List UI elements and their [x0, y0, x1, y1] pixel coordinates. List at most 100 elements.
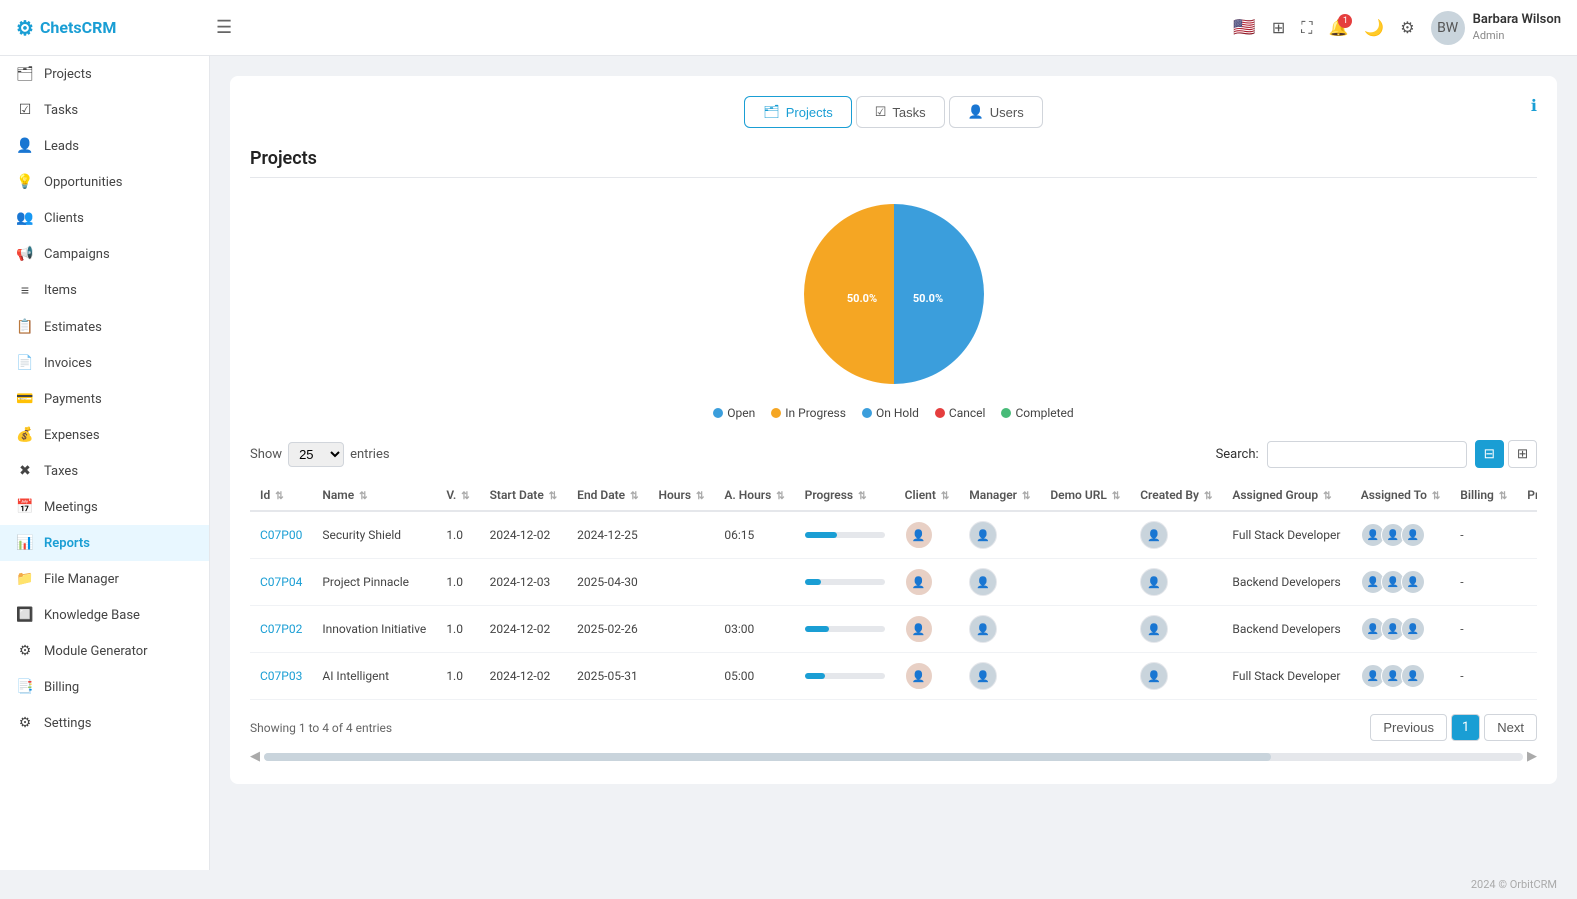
user-role: Admin: [1473, 29, 1561, 43]
grid-view-button[interactable]: ⊟: [1475, 440, 1504, 468]
project-link[interactable]: C07P02: [260, 622, 302, 636]
client-avatar: 👤: [905, 568, 933, 596]
col-assigned-to[interactable]: Assigned To ⇅: [1351, 480, 1451, 511]
sidebar-item-projects[interactable]: 🗂 Projects: [0, 56, 209, 92]
cell-id: C07P00: [250, 511, 312, 559]
cell-created-by: 👤: [1130, 606, 1222, 653]
tab-users[interactable]: 👤 Users: [949, 96, 1043, 128]
sidebar-item-campaigns[interactable]: 📢 Campaigns: [0, 236, 209, 272]
meetings-icon: 📅: [16, 499, 34, 515]
page-number-1[interactable]: 1: [1451, 714, 1480, 741]
col-price[interactable]: Price ⇅: [1517, 480, 1537, 511]
cell-billing: -: [1450, 559, 1517, 606]
cell-client: 👤: [895, 653, 960, 700]
col-actual-hours[interactable]: A. Hours ⇅: [714, 480, 794, 511]
sidebar-item-leads[interactable]: 👤 Leads: [0, 128, 209, 164]
project-link[interactable]: C07P00: [260, 528, 302, 542]
previous-button[interactable]: Previous: [1370, 714, 1447, 741]
tab-tasks[interactable]: ☑ Tasks: [856, 96, 945, 128]
cell-end-date: 2025-05-31: [567, 653, 648, 700]
tab-projects[interactable]: 🗂 Projects: [744, 96, 851, 128]
sidebar-item-label: Meetings: [44, 500, 98, 515]
entries-select[interactable]: 25 10 50 100: [288, 442, 344, 467]
legend-label-completed: Completed: [1015, 406, 1073, 420]
col-start-date[interactable]: Start Date ⇅: [480, 480, 568, 511]
sidebar-item-opportunities[interactable]: 💡 Opportunities: [0, 164, 209, 200]
created-avatar: 👤: [1140, 662, 1168, 690]
sidebar-item-file-manager[interactable]: 📁 File Manager: [0, 561, 209, 597]
scroll-right-arrow[interactable]: ▶: [1527, 749, 1537, 764]
cell-start-date: 2024-12-02: [480, 653, 568, 700]
sidebar-item-clients[interactable]: 👥 Clients: [0, 200, 209, 236]
col-version[interactable]: V. ⇅: [436, 480, 479, 511]
hamburger-button[interactable]: ☰: [216, 17, 232, 38]
project-link[interactable]: C07P03: [260, 669, 302, 683]
sort-icon-assigned: ⇅: [1432, 491, 1440, 502]
table-header: Id ⇅ Name ⇅ V. ⇅ Start Date ⇅ End Date ⇅…: [250, 480, 1537, 511]
scroll-track[interactable]: [264, 753, 1523, 761]
search-area: Search: ⊟ ⊞: [1216, 440, 1537, 468]
view-buttons: ⊟ ⊞: [1475, 440, 1537, 468]
sidebar-item-payments[interactable]: 💳 Payments: [0, 381, 209, 417]
cell-progress: [795, 606, 895, 653]
sidebar-item-billing[interactable]: 📑 Billing: [0, 669, 209, 705]
sort-icon-hours: ⇅: [696, 491, 704, 502]
col-hours[interactable]: Hours ⇅: [649, 480, 715, 511]
col-id[interactable]: Id ⇅: [250, 480, 312, 511]
cell-name: Innovation Initiative: [312, 606, 436, 653]
sidebar-item-items[interactable]: ≡ Items: [0, 272, 209, 309]
cell-demo-url: [1040, 606, 1130, 653]
sidebar-item-tasks[interactable]: ☑ Tasks: [0, 92, 209, 128]
col-end-date[interactable]: End Date ⇅: [567, 480, 648, 511]
notifications-icon[interactable]: 🔔 1: [1328, 18, 1348, 37]
search-input[interactable]: [1267, 441, 1467, 468]
items-icon: ≡: [16, 282, 34, 299]
progress-bar-fill: [805, 532, 837, 538]
fullscreen-icon[interactable]: ⛶: [1301, 18, 1312, 38]
col-progress[interactable]: Progress ⇅: [795, 480, 895, 511]
avatar-group: 👤 👤 👤: [1361, 523, 1441, 547]
settings-sidebar-icon: ⚙: [16, 715, 34, 731]
flag-icon[interactable]: 🇺🇸: [1233, 17, 1255, 38]
project-link[interactable]: C07P04: [260, 575, 302, 589]
col-client[interactable]: Client ⇅: [895, 480, 960, 511]
settings-icon[interactable]: ⚙: [1400, 18, 1414, 37]
sidebar-item-reports[interactable]: 📊 Reports: [0, 525, 209, 561]
sidebar: 🗂 Projects ☑ Tasks 👤 Leads 💡 Opportuniti…: [0, 56, 210, 870]
sidebar-item-invoices[interactable]: 📄 Invoices: [0, 345, 209, 381]
list-view-button[interactable]: ⊞: [1508, 440, 1537, 468]
sidebar-item-label: Module Generator: [44, 644, 148, 659]
file-manager-icon: 📁: [16, 571, 34, 587]
grid-icon[interactable]: ⊞: [1272, 18, 1285, 37]
cell-assigned-group: Full Stack Developer: [1222, 511, 1350, 559]
progress-bar-bg: [805, 532, 885, 538]
sidebar-item-meetings[interactable]: 📅 Meetings: [0, 489, 209, 525]
cell-manager: 👤: [959, 653, 1040, 700]
logo[interactable]: ⚙ ChetsCRM: [16, 16, 196, 40]
col-created-by[interactable]: Created By ⇅: [1130, 480, 1222, 511]
created-avatar: 👤: [1140, 615, 1168, 643]
payments-icon: 💳: [16, 391, 34, 407]
user-area[interactable]: BW Barbara Wilson Admin: [1431, 11, 1561, 45]
sidebar-item-estimates[interactable]: 📋 Estimates: [0, 309, 209, 345]
client-avatar: 👤: [905, 662, 933, 690]
manager-avatar: 👤: [969, 521, 997, 549]
col-billing[interactable]: Billing ⇅: [1450, 480, 1517, 511]
col-assigned-group[interactable]: Assigned Group ⇅: [1222, 480, 1350, 511]
cell-actual-hours: 03:00: [714, 606, 794, 653]
sort-icon-created: ⇅: [1204, 491, 1212, 502]
sidebar-item-settings[interactable]: ⚙ Settings: [0, 705, 209, 741]
next-button[interactable]: Next: [1484, 714, 1537, 741]
sidebar-item-expenses[interactable]: 💰 Expenses: [0, 417, 209, 453]
sidebar-item-knowledge-base[interactable]: 🔲 Knowledge Base: [0, 597, 209, 633]
sidebar-item-module-generator[interactable]: ⚙ Module Generator: [0, 633, 209, 669]
col-name[interactable]: Name ⇅: [312, 480, 436, 511]
sidebar-item-label: Opportunities: [44, 175, 122, 190]
col-demo-url[interactable]: Demo URL ⇅: [1040, 480, 1130, 511]
info-icon[interactable]: ℹ: [1531, 96, 1537, 115]
sidebar-item-taxes[interactable]: ✖ Taxes: [0, 453, 209, 489]
col-manager[interactable]: Manager ⇅: [959, 480, 1040, 511]
theme-toggle-icon[interactable]: 🌙: [1364, 18, 1384, 37]
scroll-left-arrow[interactable]: ◀: [250, 749, 260, 764]
show-label: Show: [250, 447, 282, 462]
